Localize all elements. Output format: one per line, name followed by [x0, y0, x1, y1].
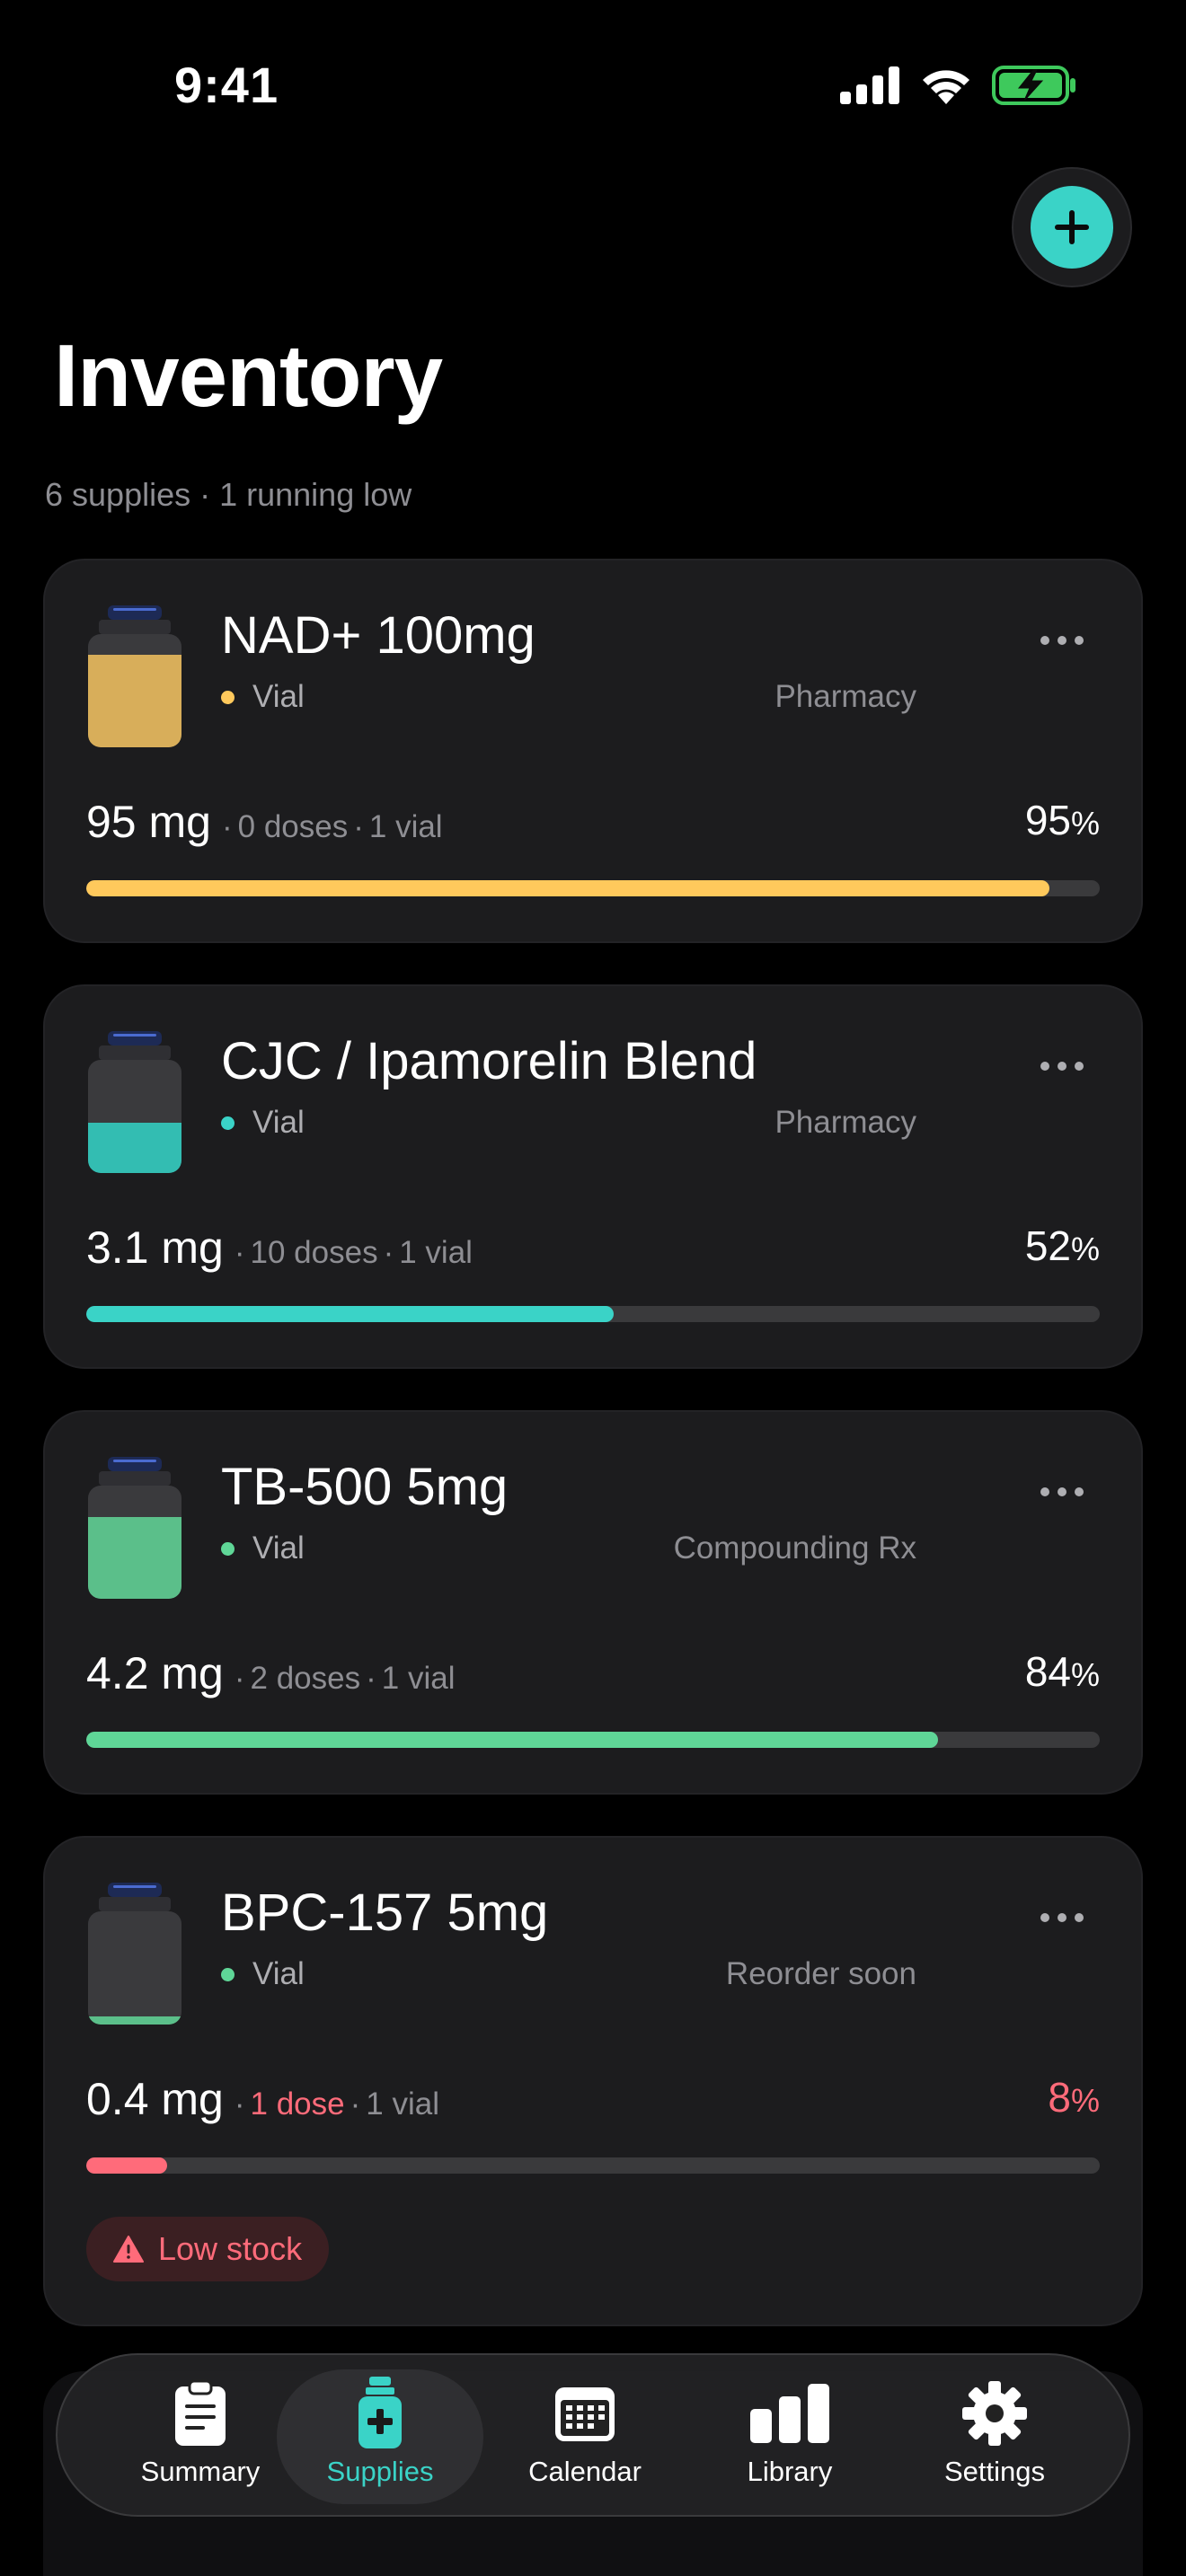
page-title: Inventory	[54, 326, 443, 425]
vial-count: 1 vial	[366, 2086, 439, 2122]
more-options-button[interactable]	[1040, 636, 1084, 645]
percent-remaining: 84%	[1024, 1648, 1100, 1695]
tab-label: Settings	[943, 2456, 1045, 2487]
warning-icon	[113, 2236, 144, 2263]
vial-icon	[357, 2377, 403, 2450]
stock-progress-fill	[86, 880, 1049, 896]
wifi-icon	[923, 70, 969, 104]
clipboard-icon	[173, 2377, 227, 2450]
vial-count: 1 vial	[399, 1235, 473, 1270]
status-dot	[221, 1116, 235, 1130]
cellular-signal-icon	[840, 66, 899, 104]
supply-type-label: Vial	[252, 679, 305, 714]
supply-type: Vial	[221, 1531, 305, 1566]
amount-row: 3.1 mg · 10 doses · 1 vial	[86, 1222, 473, 1273]
supply-type-label: Vial	[252, 1105, 305, 1140]
amount-row: 4.2 mg · 2 doses · 1 vial	[86, 1648, 456, 1698]
supply-source: Reorder soon	[725, 1956, 916, 1991]
tab-calendar[interactable]: Calendar	[482, 2369, 688, 2504]
more-options-button[interactable]	[1040, 1913, 1084, 1922]
amount-row: 0.4 mg · 1 dose · 1 vial	[86, 2074, 439, 2124]
percent-remaining: 95%	[1024, 797, 1100, 843]
tab-summary[interactable]: Summary	[97, 2369, 304, 2504]
tab-label: Library	[747, 2456, 833, 2487]
vial-count: 1 vial	[368, 809, 443, 844]
supply-source: Pharmacy	[774, 679, 916, 714]
tab-label: Calendar	[528, 2456, 642, 2487]
supply-name: TB-500 5mg	[221, 1458, 509, 1516]
doses-remaining: 10 doses	[250, 1235, 378, 1270]
vial-icon	[88, 1457, 181, 1599]
amount-remaining: 3.1 mg	[86, 1222, 224, 1273]
battery-charging-icon	[992, 66, 1075, 105]
stock-progress-fill	[86, 1732, 938, 1748]
vial-icon	[88, 1031, 181, 1173]
bar-chart-icon	[748, 2377, 831, 2450]
plus-icon	[1031, 186, 1113, 269]
stock-progress-bar	[86, 2157, 1100, 2174]
supply-name: CJC / Ipamorelin Blend	[221, 1032, 757, 1090]
status-bar: 9:41	[0, 0, 1186, 171]
low-stock-badge: Low stock	[86, 2217, 330, 2281]
supply-source: Compounding Rx	[673, 1531, 916, 1566]
tab-label: Summary	[140, 2456, 261, 2487]
stock-progress-bar	[86, 880, 1100, 896]
supply-card[interactable]: TB-500 5mg Vial Compounding Rx 4.2 mg · 2…	[43, 1410, 1143, 1795]
tab-library[interactable]: Library	[686, 2369, 893, 2504]
tab-bar: Summary Supplies Calendar Library Settin…	[56, 2353, 1130, 2517]
supply-name: BPC-157 5mg	[221, 1883, 549, 1942]
amount-row: 95 mg · 0 doses · 1 vial	[86, 797, 443, 847]
supply-card[interactable]: CJC / Ipamorelin Blend Vial Pharmacy 3.1…	[43, 984, 1143, 1369]
more-options-button[interactable]	[1040, 1487, 1084, 1496]
supply-card[interactable]: BPC-157 5mg Vial Reorder soon 0.4 mg · 1 …	[43, 1836, 1143, 2326]
add-supply-button[interactable]	[1012, 167, 1132, 287]
amount-remaining: 95 mg	[86, 797, 211, 847]
tab-label: Supplies	[326, 2456, 434, 2487]
doses-remaining: 1 dose	[250, 2086, 345, 2122]
stock-progress-fill	[86, 1306, 614, 1322]
supply-type-label: Vial	[252, 1956, 305, 1991]
stock-progress-bar	[86, 1732, 1100, 1748]
page-subtitle: 6 supplies · 1 running low	[45, 476, 412, 513]
supply-type: Vial	[221, 1956, 305, 1992]
more-options-button[interactable]	[1040, 1062, 1084, 1071]
amount-remaining: 0.4 mg	[86, 2074, 224, 2124]
status-dot	[221, 1541, 235, 1556]
percent-remaining: 52%	[1024, 1222, 1100, 1269]
doses-remaining: 0 doses	[237, 809, 349, 844]
supply-card[interactable]: NAD+ 100mg Vial Pharmacy 95 mg · 0 doses ·…	[43, 559, 1143, 943]
status-dot	[221, 1967, 235, 1981]
amount-remaining: 4.2 mg	[86, 1648, 224, 1698]
doses-remaining: 2 doses	[250, 1661, 361, 1696]
vial-count: 1 vial	[381, 1661, 456, 1696]
supply-type: Vial	[221, 679, 305, 715]
tab-settings[interactable]: Settings	[891, 2369, 1098, 2504]
status-dot	[221, 690, 235, 704]
status-time: 9:41	[174, 57, 279, 113]
stock-progress-fill	[86, 2157, 168, 2174]
gear-icon	[961, 2377, 1028, 2450]
calendar-icon	[553, 2377, 616, 2450]
supply-type: Vial	[221, 1105, 305, 1141]
tab-supplies[interactable]: Supplies	[277, 2369, 483, 2504]
vial-icon	[88, 1883, 181, 2025]
stock-progress-bar	[86, 1306, 1100, 1322]
vial-icon	[88, 605, 181, 747]
supply-type-label: Vial	[252, 1531, 305, 1566]
supply-name: NAD+ 100mg	[221, 606, 535, 665]
supply-source: Pharmacy	[774, 1105, 916, 1140]
percent-remaining: 8%	[1048, 2074, 1100, 2121]
